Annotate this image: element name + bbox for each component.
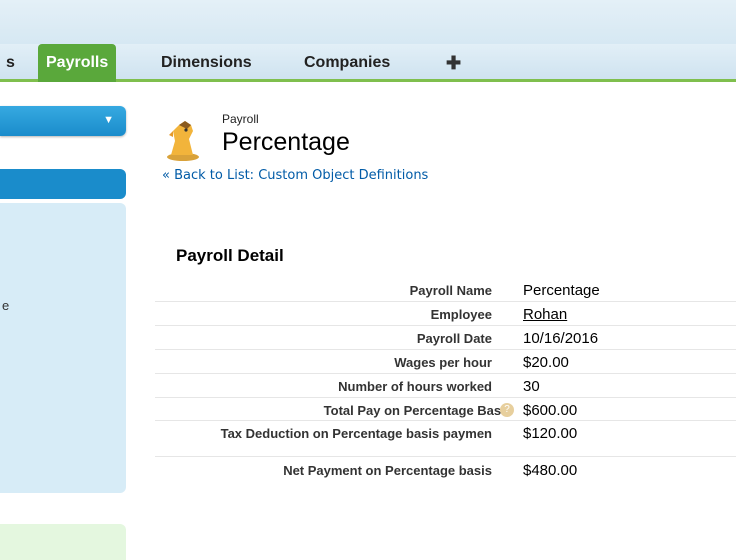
field-value: $600.00 (523, 402, 578, 419)
field-label: Number of hours worked (338, 379, 492, 394)
section-title: Payroll Detail (176, 246, 284, 265)
object-type-label: Payroll (222, 112, 259, 126)
field-label: Payroll Name (409, 283, 492, 298)
sidebar-create-new-dropdown[interactable]: ▼ (0, 106, 126, 136)
field-value: 30 (523, 378, 540, 395)
page-title: Percentage (222, 128, 350, 156)
employee-link[interactable]: Rohan (523, 306, 567, 323)
detail-row: Number of hours worked 30 (155, 374, 736, 398)
detail-row: Payroll Date 10/16/2016 (155, 326, 736, 350)
field-value: Percentage (523, 282, 600, 299)
help-icon[interactable]: ? (500, 403, 514, 417)
detail-row: Wages per hour $20.00 (155, 350, 736, 374)
field-label: Payroll Date (416, 331, 492, 346)
sidebar-text-fragment: e (2, 298, 10, 313)
field-label: Tax Deduction on Percentage basis paymen (220, 426, 492, 441)
add-tab-icon[interactable]: ✚ (446, 44, 461, 82)
detail-row: Employee Rohan (155, 302, 736, 326)
tab-companies[interactable]: Companies (304, 44, 390, 82)
tab-payrolls[interactable]: Payrolls (38, 44, 117, 82)
field-value: $120.00 (523, 425, 578, 442)
sidebar-green-panel (0, 524, 126, 560)
tab-partial[interactable]: s (6, 44, 15, 82)
detail-row: Total Pay on Percentage Basis ? $600.00 (155, 398, 736, 421)
back-to-list-link[interactable]: « Back to List: Custom Object Definition… (162, 168, 428, 183)
sidebar-panel: e (0, 203, 126, 493)
chevron-down-icon: ▼ (103, 114, 114, 126)
detail-row: Tax Deduction on Percentage basis paymen… (155, 421, 736, 457)
custom-object-icon (167, 121, 199, 161)
field-label: Net Payment on Percentage basis (283, 463, 492, 478)
field-value: 10/16/2016 (523, 330, 599, 347)
detail-row: Payroll Name Percentage (155, 277, 736, 302)
detail-table: Payroll Name Percentage Employee Rohan P… (155, 277, 736, 483)
field-label-with-help: Total Pay on Percentage Basis (202, 403, 512, 418)
field-label: Wages per hour (394, 355, 492, 370)
detail-row: Net Payment on Percentage basis $480.00 (155, 457, 736, 483)
tab-bar: s Payrolls Dimensions Companies ✚ (0, 44, 736, 82)
tab-dimensions[interactable]: Dimensions (161, 44, 252, 82)
field-value: $480.00 (523, 462, 578, 479)
sidebar-section-header (0, 169, 126, 199)
field-label: Total Pay on Percentage Basis (323, 403, 512, 418)
field-value: $20.00 (523, 354, 569, 371)
field-label: Employee (430, 307, 492, 322)
top-header-bar (0, 0, 736, 44)
